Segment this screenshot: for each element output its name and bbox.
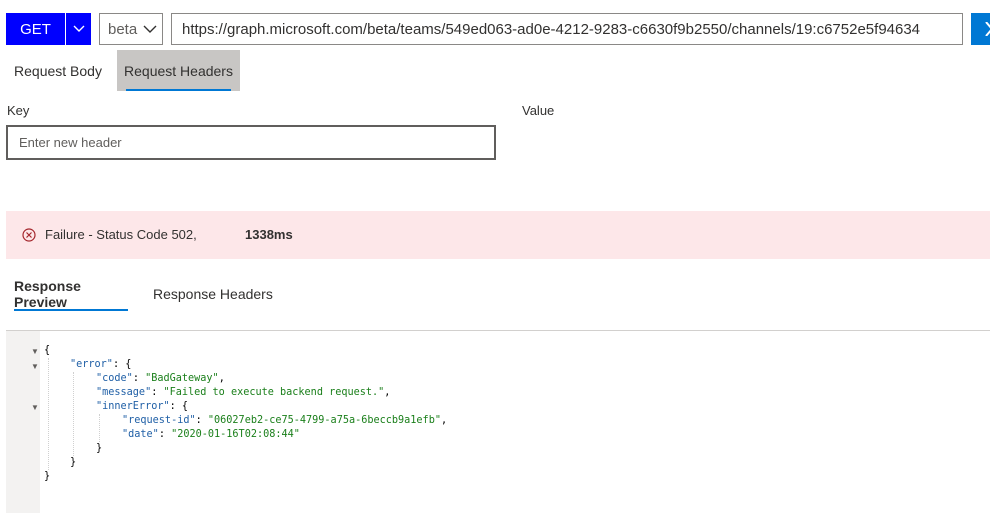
json-value: "2020-01-16T02:08:44": [171, 429, 300, 440]
status-duration: 1338ms: [245, 227, 293, 242]
tab-response-preview[interactable]: Response Preview: [14, 277, 128, 311]
json-key: "request-id": [122, 415, 196, 426]
method-label: GET: [20, 20, 51, 38]
fold-toggle-icon[interactable]: ▼: [31, 403, 39, 412]
chevron-down-icon: [143, 25, 157, 33]
code-line: "message": "Failed to execute backend re…: [96, 387, 391, 398]
tab-response-headers[interactable]: Response Headers: [153, 277, 273, 311]
json-key: "code": [96, 373, 133, 384]
code-line: }: [44, 471, 51, 482]
value-column-label: Value: [522, 103, 555, 118]
json-value: "06027eb2-ce75-4799-a75a-6beccb9a1efb": [207, 415, 441, 426]
tab-label: Response Preview: [14, 278, 81, 310]
chevron-down-icon: [73, 25, 84, 32]
error-icon: [22, 228, 36, 242]
json-key: "innerError": [96, 401, 170, 412]
version-select[interactable]: beta: [99, 13, 163, 45]
tab-request-body[interactable]: Request Body: [6, 50, 110, 91]
fold-toggle-icon[interactable]: ▼: [31, 362, 39, 371]
code-line: "date": "2020-01-16T02:08:44": [122, 429, 300, 440]
method-button[interactable]: GET: [6, 13, 65, 45]
tab-request-headers[interactable]: Request Headers: [117, 50, 240, 91]
status-message: Failure - Status Code 502,: [45, 227, 197, 242]
indent-guide: [99, 414, 100, 442]
header-key-input[interactable]: Enter new header: [6, 125, 496, 160]
fold-toggle-icon[interactable]: ▼: [31, 347, 39, 356]
code-line: "code": "BadGateway",: [96, 373, 225, 384]
indent-guide: [48, 358, 49, 470]
method-dropdown-button[interactable]: [65, 13, 91, 45]
run-query-button[interactable]: [971, 13, 990, 45]
code-line: }: [70, 457, 77, 468]
indent-guide: [73, 372, 74, 456]
json-key: "error": [70, 359, 113, 370]
key-column-label: Key: [7, 103, 30, 118]
json-value: "BadGateway": [145, 373, 219, 384]
url-input[interactable]: https://graph.microsoft.com/beta/teams/5…: [171, 13, 963, 45]
json-key: "message": [96, 387, 152, 398]
json-key: "date": [122, 429, 159, 440]
code-line: "error": {: [70, 359, 132, 370]
code-line: "request-id": "06027eb2-ce75-4799-a75a-6…: [122, 415, 448, 426]
tab-label: Request Body: [14, 62, 102, 79]
code-line: {: [44, 345, 51, 356]
code-line: }: [96, 443, 103, 454]
code-gutter: [6, 331, 40, 513]
version-value: beta: [108, 20, 138, 38]
json-value: "Failed to execute backend request.": [163, 387, 385, 398]
tab-label: Request Headers: [124, 62, 233, 79]
code-line: "innerError": {: [96, 401, 189, 412]
tab-label: Response Headers: [153, 286, 273, 302]
header-key-placeholder: Enter new header: [19, 135, 122, 150]
url-value: https://graph.microsoft.com/beta/teams/5…: [182, 20, 921, 38]
run-icon: [985, 22, 990, 36]
